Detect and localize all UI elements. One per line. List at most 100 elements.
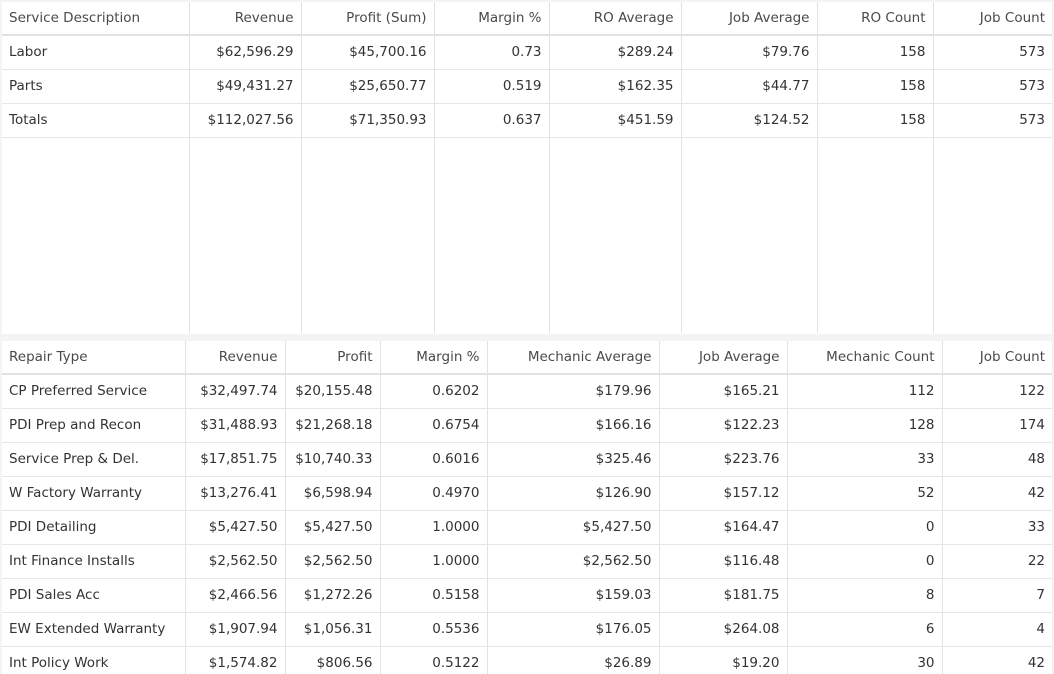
cell-job-average: $223.76 [659,442,788,477]
header-row: Service Description Revenue Profit (Sum)… [2,2,1052,36]
cell-job-average: $116.48 [659,544,788,579]
cell-job-average: $124.52 [681,103,818,138]
cell-profit: $25,650.77 [301,69,435,104]
table-row[interactable]: Int Finance Installs $2,562.50 $2,562.50… [2,544,1052,579]
cell-job-average: $181.75 [659,578,788,613]
column-header-profit[interactable]: Profit [285,341,381,375]
column-header-job-count[interactable]: Job Count [933,2,1052,36]
cell-repair-type: Service Prep & Del. [2,442,186,477]
service-summary-grid: Service Description Revenue Profit (Sum)… [2,2,1052,334]
cell-ro-count: 158 [817,35,934,70]
header-row: Repair Type Revenue Profit Margin % Mech… [2,341,1052,375]
cell-revenue: $31,488.93 [185,408,286,443]
cell-mechanic-count: 0 [787,544,943,579]
cell-revenue: $2,466.56 [185,578,286,613]
cell-job-count: 42 [942,476,1052,511]
cell-profit: $20,155.48 [285,374,381,409]
column-header-mechanic-count[interactable]: Mechanic Count [787,341,943,375]
table-row[interactable]: PDI Prep and Recon $31,488.93 $21,268.18… [2,408,1052,443]
cell-job-average: $164.47 [659,510,788,545]
cell-profit: $6,598.94 [285,476,381,511]
column-header-job-average[interactable]: Job Average [681,2,818,36]
column-header-mechanic-average[interactable]: Mechanic Average [487,341,660,375]
cell-revenue: $5,427.50 [185,510,286,545]
column-header-job-count[interactable]: Job Count [942,341,1052,375]
column-header-revenue[interactable]: Revenue [185,341,286,375]
cell-ro-count: 158 [817,103,934,138]
cell-profit: $71,350.93 [301,103,435,138]
column-header-ro-average[interactable]: RO Average [549,2,682,36]
table-row[interactable]: Service Prep & Del. $17,851.75 $10,740.3… [2,442,1052,477]
column-header-revenue[interactable]: Revenue [189,2,302,36]
cell-job-count: 573 [933,69,1052,104]
cell-mechanic-average: $126.90 [487,476,660,511]
cell-repair-type: PDI Detailing [2,510,186,545]
cell-mechanic-average: $325.46 [487,442,660,477]
cell-ro-average: $451.59 [549,103,682,138]
cell-revenue: $13,276.41 [185,476,286,511]
cell-job-count: 573 [933,103,1052,138]
cell-job-count: 573 [933,35,1052,70]
cell-repair-type: Int Finance Installs [2,544,186,579]
cell-margin: 0.73 [434,35,550,70]
cell-mechanic-count: 128 [787,408,943,443]
table-row[interactable]: PDI Detailing $5,427.50 $5,427.50 1.0000… [2,510,1052,545]
cell-profit: $1,056.31 [285,612,381,647]
table-row[interactable]: Int Policy Work $1,574.82 $806.56 0.5122… [2,646,1052,674]
cell-revenue: $1,907.94 [185,612,286,647]
cell-job-count: 22 [942,544,1052,579]
cell-ro-average: $289.24 [549,35,682,70]
column-header-repair-type[interactable]: Repair Type [2,341,186,375]
cell-service-description: Labor [2,35,190,70]
cell-repair-type: Int Policy Work [2,646,186,674]
cell-margin: 0.5122 [380,646,488,674]
column-header-profit-sum[interactable]: Profit (Sum) [301,2,435,36]
cell-margin: 1.0000 [380,510,488,545]
repair-type-grid: Repair Type Revenue Profit Margin % Mech… [2,341,1052,674]
cell-mechanic-count: 33 [787,442,943,477]
cell-margin: 0.6202 [380,374,488,409]
table-row[interactable]: CP Preferred Service $32,497.74 $20,155.… [2,374,1052,409]
cell-job-count: 33 [942,510,1052,545]
cell-job-count: 48 [942,442,1052,477]
cell-mechanic-count: 112 [787,374,943,409]
cell-service-description: Totals [2,103,190,138]
cell-job-count: 7 [942,578,1052,613]
cell-mechanic-average: $2,562.50 [487,544,660,579]
cell-margin: 0.5536 [380,612,488,647]
column-header-job-average[interactable]: Job Average [659,341,788,375]
cell-job-average: $44.77 [681,69,818,104]
empty-filler-row [2,137,1052,333]
cell-profit: $45,700.16 [301,35,435,70]
service-table-body: Labor $62,596.29 $45,700.16 0.73 $289.24… [2,35,1052,333]
cell-profit: $2,562.50 [285,544,381,579]
cell-mechanic-count: 0 [787,510,943,545]
table-row[interactable]: W Factory Warranty $13,276.41 $6,598.94 … [2,476,1052,511]
column-header-ro-count[interactable]: RO Count [817,2,934,36]
cell-revenue: $1,574.82 [185,646,286,674]
cell-margin: 0.637 [434,103,550,138]
cell-job-average: $264.08 [659,612,788,647]
cell-margin: 0.4970 [380,476,488,511]
cell-mechanic-count: 52 [787,476,943,511]
table-row[interactable]: EW Extended Warranty $1,907.94 $1,056.31… [2,612,1052,647]
column-header-service-description[interactable]: Service Description [2,2,190,36]
cell-job-average: $122.23 [659,408,788,443]
cell-repair-type: PDI Sales Acc [2,578,186,613]
service-summary-table: Service Description Revenue Profit (Sum)… [2,2,1052,333]
cell-repair-type: CP Preferred Service [2,374,186,409]
cell-margin: 0.5158 [380,578,488,613]
table-row[interactable]: Parts $49,431.27 $25,650.77 0.519 $162.3… [2,69,1052,104]
column-header-margin[interactable]: Margin % [380,341,488,375]
column-header-margin[interactable]: Margin % [434,2,550,36]
cell-margin: 0.6016 [380,442,488,477]
table-row[interactable]: Labor $62,596.29 $45,700.16 0.73 $289.24… [2,35,1052,70]
repair-type-table: Repair Type Revenue Profit Margin % Mech… [2,341,1052,674]
cell-repair-type: EW Extended Warranty [2,612,186,647]
totals-row[interactable]: Totals $112,027.56 $71,350.93 0.637 $451… [2,103,1052,138]
cell-mechanic-count: 8 [787,578,943,613]
table-row[interactable]: PDI Sales Acc $2,466.56 $1,272.26 0.5158… [2,578,1052,613]
cell-revenue: $17,851.75 [185,442,286,477]
cell-margin: 0.519 [434,69,550,104]
cell-mechanic-average: $26.89 [487,646,660,674]
